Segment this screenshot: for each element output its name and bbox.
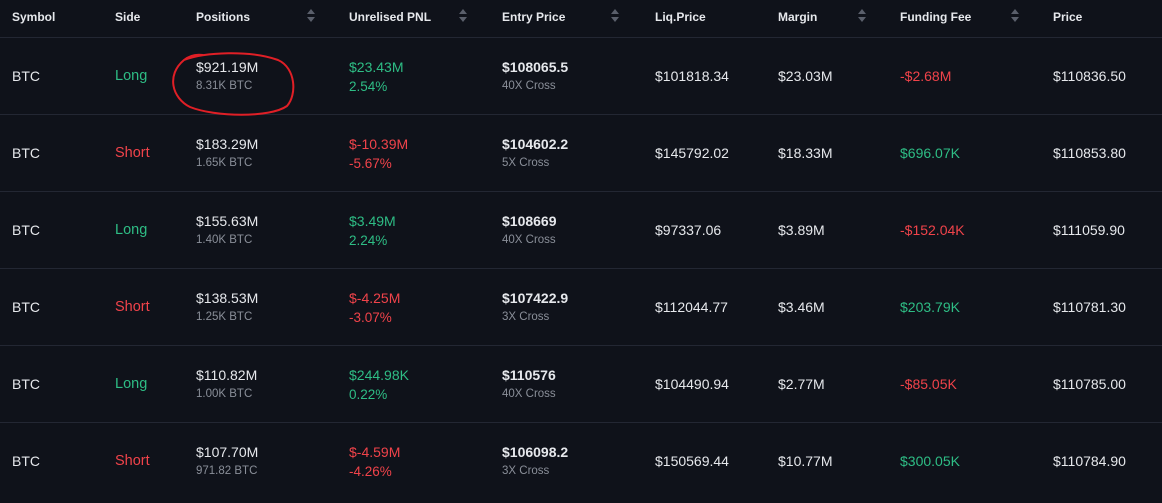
- margin-value: $3.46M: [778, 299, 825, 315]
- side-cell: Short: [115, 453, 150, 469]
- funding-fee: $300.05K: [900, 453, 960, 469]
- column-header-positions[interactable]: Positions: [196, 10, 250, 24]
- side-cell: Long: [115, 376, 148, 392]
- side-cell: Long: [115, 222, 148, 238]
- position-btc: 971.82 BTC: [196, 465, 258, 477]
- position-usd: $138.53M: [196, 290, 259, 306]
- mark-price: $111059.90: [1053, 222, 1125, 238]
- column-header-symbol: Symbol: [12, 10, 56, 24]
- liq-price: $101818.34: [655, 68, 729, 84]
- column-header-entry-price[interactable]: Entry Price: [502, 10, 565, 24]
- side-cell: Short: [115, 299, 150, 315]
- margin-value: $3.89M: [778, 222, 825, 238]
- funding-fee: -$2.68M: [900, 68, 952, 84]
- leverage-mode: 3X Cross: [502, 311, 550, 323]
- symbol-cell: BTC: [12, 453, 40, 469]
- funding-fee: $203.79K: [900, 299, 960, 315]
- table-row[interactable]: BTC Short $107.70M 971.82 BTC $-4.59M -4.26% $…: [0, 423, 1162, 500]
- table-row[interactable]: BTC Short $183.29M 1.65K BTC $-10.39M -5.67% $…: [0, 115, 1162, 192]
- liq-price: $112044.77: [655, 299, 728, 315]
- pnl-percent: 0.22%: [349, 387, 388, 402]
- pnl-value: $-4.25M: [349, 290, 401, 306]
- liq-price: $150569.44: [655, 453, 729, 469]
- symbol-cell: BTC: [12, 299, 40, 315]
- leverage-mode: 40X Cross: [502, 234, 556, 246]
- pnl-percent: -5.67%: [349, 156, 392, 171]
- side-cell: Short: [115, 145, 150, 161]
- mark-price: $110785.00: [1053, 376, 1126, 392]
- position-usd: $921.19M: [196, 59, 259, 75]
- position-usd: $110.82M: [196, 367, 258, 383]
- sort-margin-icon[interactable]: [858, 9, 866, 25]
- symbol-cell: BTC: [12, 68, 40, 84]
- pnl-percent: 2.54%: [349, 79, 388, 94]
- liq-price: $97337.06: [655, 222, 722, 238]
- position-btc: 1.25K BTC: [196, 311, 253, 323]
- symbol-cell: BTC: [12, 145, 40, 161]
- entry-price: $108669: [502, 213, 557, 229]
- pnl-value: $23.43M: [349, 59, 404, 75]
- funding-fee: -$85.05K: [900, 376, 957, 392]
- entry-price: $110576: [502, 367, 556, 383]
- position-usd: $183.29M: [196, 136, 259, 152]
- leverage-mode: 3X Cross: [502, 465, 550, 477]
- position-usd: $155.63M: [196, 213, 259, 229]
- mark-price: $110853.80: [1053, 145, 1126, 161]
- margin-value: $10.77M: [778, 453, 833, 469]
- positions-table: Symbol Side Positions Unrelised PNL Entr…: [0, 0, 1162, 500]
- pnl-value: $244.98K: [349, 367, 409, 383]
- pnl-value: $-4.59M: [349, 444, 401, 460]
- position-btc: 1.40K BTC: [196, 234, 253, 246]
- symbol-cell: BTC: [12, 376, 40, 392]
- symbol-cell: BTC: [12, 222, 40, 238]
- funding-fee: $696.07K: [900, 145, 960, 161]
- side-cell: Long: [115, 68, 148, 84]
- table-row[interactable]: BTC Long $921.19M 8.31K BTC $23.43M 2.54% $108…: [0, 38, 1162, 115]
- pnl-value: $-10.39M: [349, 136, 409, 152]
- pnl-value: $3.49M: [349, 213, 396, 229]
- pnl-percent: -3.07%: [349, 310, 392, 325]
- table-row[interactable]: BTC Short $138.53M 1.25K BTC $-4.25M -3.07% $1…: [0, 269, 1162, 346]
- entry-price: $107422.9: [502, 290, 569, 306]
- liq-price: $104490.94: [655, 376, 729, 392]
- position-btc: 8.31K BTC: [196, 80, 253, 92]
- margin-value: $23.03M: [778, 68, 833, 84]
- mark-price: $110781.30: [1053, 299, 1126, 315]
- leverage-mode: 5X Cross: [502, 157, 550, 169]
- pnl-percent: -4.26%: [349, 464, 392, 479]
- column-header-funding-fee[interactable]: Funding Fee: [900, 10, 971, 24]
- mark-price: $110836.50: [1053, 68, 1126, 84]
- table-header: Symbol Side Positions Unrelised PNL Entr…: [0, 0, 1162, 38]
- position-usd: $107.70M: [196, 444, 259, 460]
- sort-funding-fee-icon[interactable]: [1011, 9, 1019, 25]
- table-row[interactable]: BTC Long $155.63M 1.40K BTC $3.49M 2.24% $1086…: [0, 192, 1162, 269]
- liq-price: $145792.02: [655, 145, 729, 161]
- sort-positions-icon[interactable]: [307, 9, 315, 25]
- column-header-margin[interactable]: Margin: [778, 10, 817, 24]
- leverage-mode: 40X Cross: [502, 388, 556, 400]
- entry-price: $108065.5: [502, 59, 569, 75]
- leverage-mode: 40X Cross: [502, 80, 556, 92]
- position-btc: 1.65K BTC: [196, 157, 253, 169]
- entry-price: $104602.2: [502, 136, 569, 152]
- funding-fee: -$152.04K: [900, 222, 965, 238]
- pnl-percent: 2.24%: [349, 233, 388, 248]
- sort-pnl-icon[interactable]: [459, 9, 467, 25]
- entry-price: $106098.2: [502, 444, 569, 460]
- column-header-price: Price: [1053, 10, 1083, 24]
- column-header-liq-price: Liq.Price: [655, 10, 706, 24]
- mark-price: $110784.90: [1053, 453, 1126, 469]
- margin-value: $2.77M: [778, 376, 825, 392]
- sort-entry-price-icon[interactable]: [611, 9, 619, 25]
- column-header-side: Side: [115, 10, 141, 24]
- column-header-unrealised-pnl[interactable]: Unrelised PNL: [349, 10, 431, 24]
- table-row[interactable]: BTC Long $110.82M 1.00K BTC $244.98K 0.22% $11…: [0, 346, 1162, 423]
- position-btc: 1.00K BTC: [196, 388, 253, 400]
- margin-value: $18.33M: [778, 145, 833, 161]
